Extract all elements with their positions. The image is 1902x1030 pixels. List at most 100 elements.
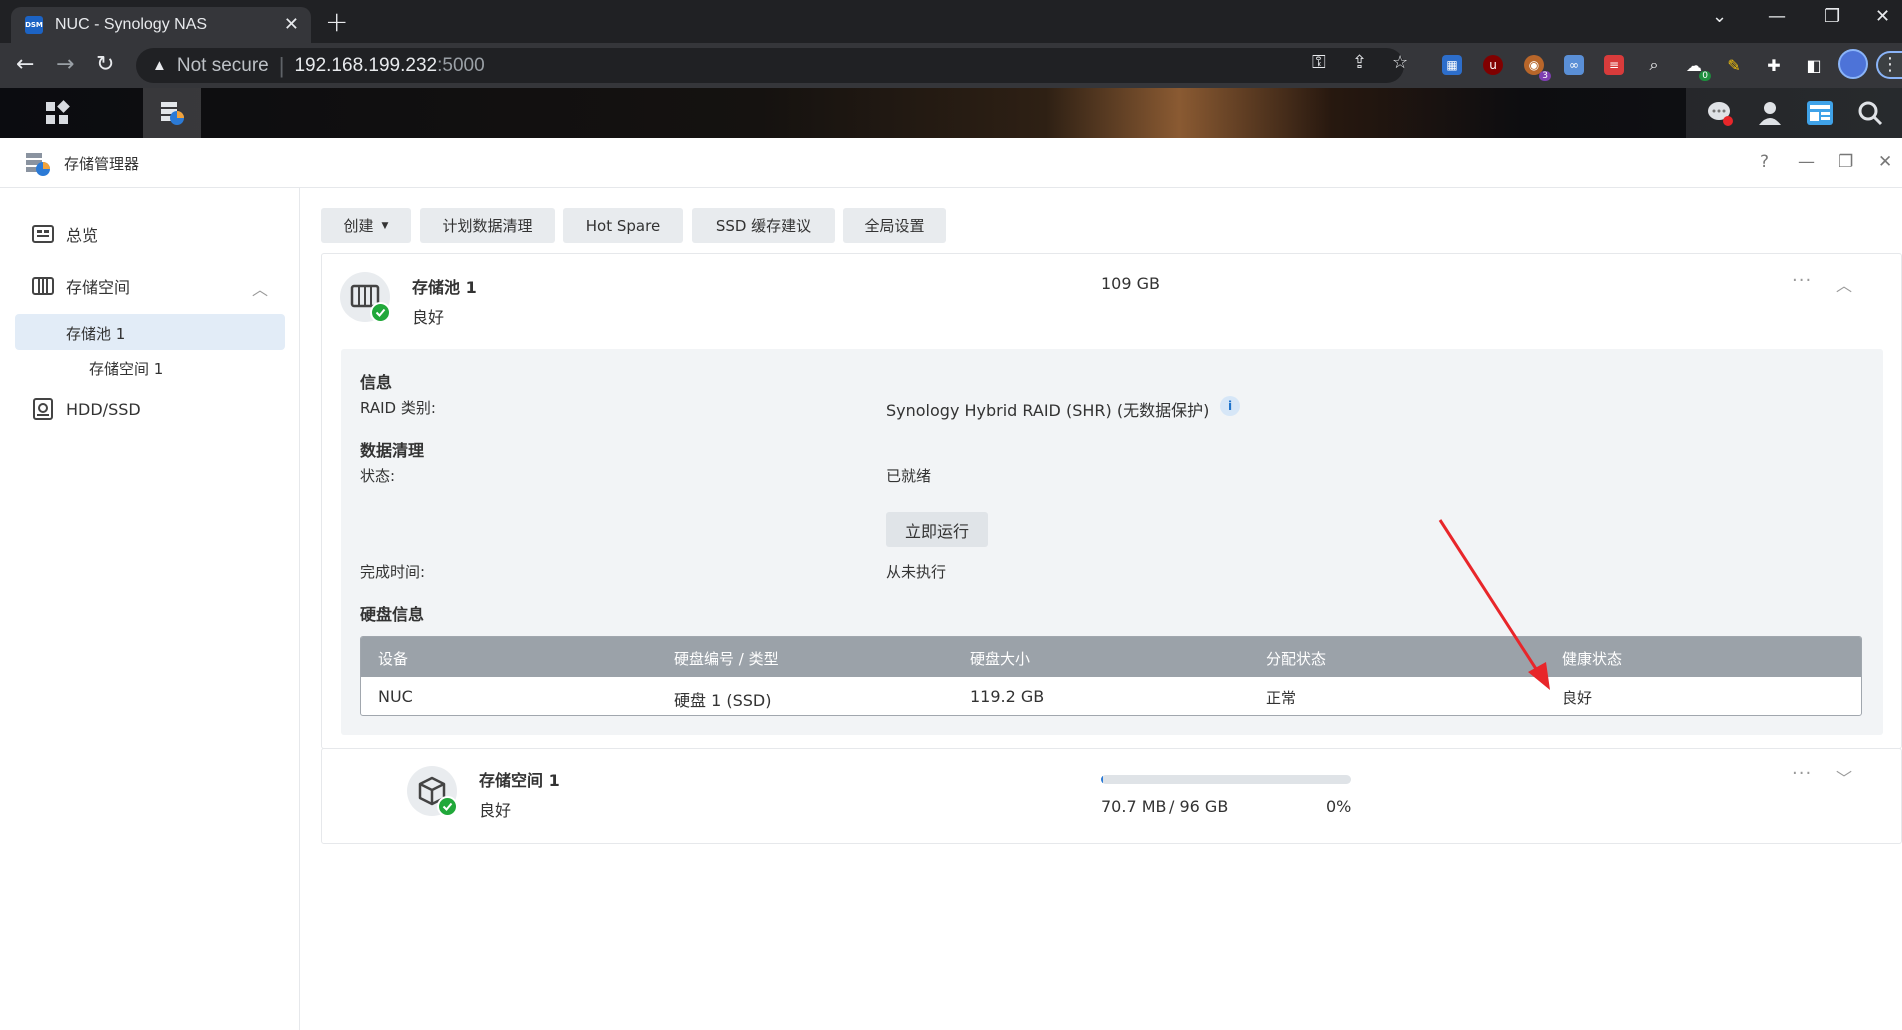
extension-search-icon[interactable]: ⌕ bbox=[1644, 55, 1664, 75]
volume-total: / 96 GB bbox=[1169, 797, 1229, 816]
healthy-check-icon bbox=[370, 302, 391, 323]
extension-cloud-icon[interactable]: ☁ 0 bbox=[1684, 55, 1711, 81]
back-icon[interactable]: ← bbox=[16, 53, 34, 77]
dsm-favicon-icon: DSM bbox=[25, 16, 43, 34]
extension-apps-icon[interactable]: ▦ bbox=[1442, 55, 1462, 75]
help-icon[interactable]: ? bbox=[1760, 152, 1769, 172]
restore-window-icon[interactable]: ❐ bbox=[1824, 6, 1840, 27]
window-restore-icon[interactable]: ❐ bbox=[1838, 152, 1853, 172]
extension-notes-icon[interactable]: ≡ bbox=[1604, 55, 1624, 75]
volume-percent: 0% bbox=[1326, 797, 1352, 816]
create-label: 创建 bbox=[343, 217, 374, 235]
column-header-size: 硬盘大小 bbox=[970, 650, 1031, 668]
warning-icon: ▲ bbox=[152, 57, 167, 74]
reload-icon[interactable]: ↻ bbox=[96, 53, 114, 77]
schedule-scrub-button[interactable]: 计划数据清理 bbox=[420, 208, 555, 243]
tab-title: NUC - Synology NAS bbox=[55, 16, 208, 33]
expand-chevron-icon[interactable]: ﹀ bbox=[1836, 765, 1852, 789]
volume-usage-bar bbox=[1101, 775, 1351, 784]
chevron-up-icon[interactable]: ︿ bbox=[252, 276, 268, 300]
browser-tab[interactable]: DSM NUC - Synology NAS ✕ bbox=[11, 7, 311, 43]
widgets-icon[interactable] bbox=[1806, 100, 1834, 126]
storage-manager-logo-icon bbox=[26, 153, 50, 176]
column-header-allocation: 分配状态 bbox=[1266, 650, 1327, 668]
storage-manager-taskbar-button[interactable] bbox=[143, 88, 201, 138]
storage-manager-icon bbox=[161, 102, 184, 125]
extension-monkey-icon[interactable]: ◉ 3 bbox=[1524, 55, 1551, 81]
cell-size: 119.2 GB bbox=[970, 687, 1045, 706]
sidebar-item-overview[interactable]: 总览 bbox=[32, 222, 98, 246]
run-now-button[interactable]: 立即运行 bbox=[886, 512, 988, 547]
dsm-taskbar bbox=[0, 88, 1902, 138]
url-host: 192.168.199.232 bbox=[294, 54, 438, 76]
hdd-icon bbox=[33, 398, 53, 420]
info-section-title: 信息 bbox=[360, 373, 393, 392]
pool-size: 109 GB bbox=[1101, 274, 1160, 293]
sidebar-item-storage[interactable]: 存储空间 bbox=[32, 274, 267, 298]
extensions-puzzle-icon[interactable]: ✚ bbox=[1764, 55, 1784, 75]
url-separator: | bbox=[278, 52, 285, 78]
dsm-tray bbox=[1686, 88, 1902, 138]
extension-translate-icon[interactable]: ✎ bbox=[1724, 55, 1744, 75]
create-button[interactable]: 创建 ▼ bbox=[321, 208, 411, 243]
extension-glasses-icon[interactable]: ∞ bbox=[1564, 55, 1584, 75]
hot-spare-button[interactable]: Hot Spare bbox=[563, 208, 683, 243]
profile-avatar[interactable] bbox=[1838, 49, 1868, 79]
user-icon[interactable] bbox=[1757, 100, 1783, 126]
column-header-device: 设备 bbox=[378, 650, 409, 668]
window-title: 存储管理器 bbox=[64, 155, 140, 173]
forward-icon[interactable]: → bbox=[56, 53, 74, 77]
browser-tab-bar: DSM NUC - Synology NAS ✕ + ⌄ — ❐ ✕ bbox=[0, 0, 1902, 43]
more-options-icon[interactable]: ··· bbox=[1792, 270, 1812, 291]
raid-type-label: RAID 类别: bbox=[360, 399, 436, 417]
collapse-chevron-icon[interactable]: ︿ bbox=[1836, 272, 1852, 296]
sidebar-item-pool[interactable]: 存储池 1 bbox=[66, 323, 125, 344]
more-options-icon[interactable]: ··· bbox=[1792, 763, 1812, 784]
window-minimize-icon[interactable]: — bbox=[1798, 152, 1815, 172]
sidebar-item-label: 总览 bbox=[66, 226, 99, 245]
finish-time-value: 从未执行 bbox=[886, 563, 947, 581]
storage-pool-card: 存储池 1 良好 109 GB ··· ︿ 信息 RAID 类别: Synolo… bbox=[321, 253, 1902, 749]
scrub-state-value: 已就绪 bbox=[886, 467, 932, 485]
sidebar-item-hdd[interactable]: HDD/SSD bbox=[32, 398, 141, 420]
side-panel-icon[interactable]: ◧ bbox=[1804, 55, 1824, 75]
sidebar-item-label: HDD/SSD bbox=[66, 399, 141, 419]
volume-icon-circle bbox=[407, 766, 458, 817]
extension-ublock-icon[interactable]: u bbox=[1483, 55, 1503, 75]
volume-card: 存储空间 1 良好 70.7 MB / 96 GB 0% ··· ﹀ bbox=[321, 748, 1902, 844]
volume-name: 存储空间 1 bbox=[479, 771, 560, 790]
healthy-check-icon bbox=[437, 796, 458, 817]
sidebar-item-label: 存储空间 bbox=[66, 278, 131, 297]
new-tab-icon[interactable]: + bbox=[325, 8, 348, 36]
info-icon[interactable]: i bbox=[1220, 396, 1240, 416]
share-icon[interactable]: ⇪ bbox=[1352, 52, 1367, 73]
volume-status: 良好 bbox=[479, 801, 512, 820]
url-port: :5000 bbox=[437, 54, 485, 76]
main-menu-button[interactable] bbox=[28, 88, 86, 138]
extension-badge: 0 bbox=[1699, 71, 1711, 81]
extension-badge: 3 bbox=[1539, 71, 1551, 81]
overview-icon bbox=[32, 225, 54, 243]
notification-chat-icon[interactable] bbox=[1706, 99, 1734, 127]
browser-menu-icon[interactable]: ⋮ bbox=[1876, 51, 1902, 79]
sidebar-item-volume[interactable]: 存储空间 1 bbox=[89, 358, 163, 379]
volume-used[interactable]: 70.7 MB bbox=[1101, 797, 1167, 816]
cell-health: 良好 bbox=[1562, 689, 1593, 707]
tab-search-icon[interactable]: ⌄ bbox=[1712, 6, 1727, 27]
tab-close-icon[interactable]: ✕ bbox=[284, 16, 299, 34]
search-icon[interactable] bbox=[1857, 100, 1883, 126]
main-content: 创建 ▼ 计划数据清理 Hot Spare SSD 缓存建议 全局设置 存储池 … bbox=[300, 188, 1902, 1030]
minimize-window-icon[interactable]: — bbox=[1768, 6, 1786, 27]
password-key-icon[interactable]: ⚿ bbox=[1312, 52, 1326, 73]
bookmark-star-icon[interactable]: ☆ bbox=[1392, 52, 1408, 73]
window-close-icon[interactable]: ✕ bbox=[1878, 152, 1892, 172]
ssd-cache-advisor-button[interactable]: SSD 缓存建议 bbox=[692, 208, 835, 243]
grid-icon bbox=[46, 100, 70, 124]
raid-type-value: Synology Hybrid RAID (SHR) (无数据保护) bbox=[886, 401, 1210, 420]
sidebar-item-pool-selected[interactable] bbox=[15, 314, 285, 350]
table-header: 设备 硬盘编号 / 类型 硬盘大小 分配状态 健康状态 bbox=[361, 637, 1861, 677]
close-window-icon[interactable]: ✕ bbox=[1875, 6, 1890, 27]
global-settings-button[interactable]: 全局设置 bbox=[843, 208, 946, 243]
sidebar: 总览 存储空间 ︿ 存储池 1 存储空间 1 HDD/SSD bbox=[0, 188, 300, 1030]
address-bar[interactable]: ▲ Not secure | 192.168.199.232 :5000 bbox=[136, 48, 1404, 83]
